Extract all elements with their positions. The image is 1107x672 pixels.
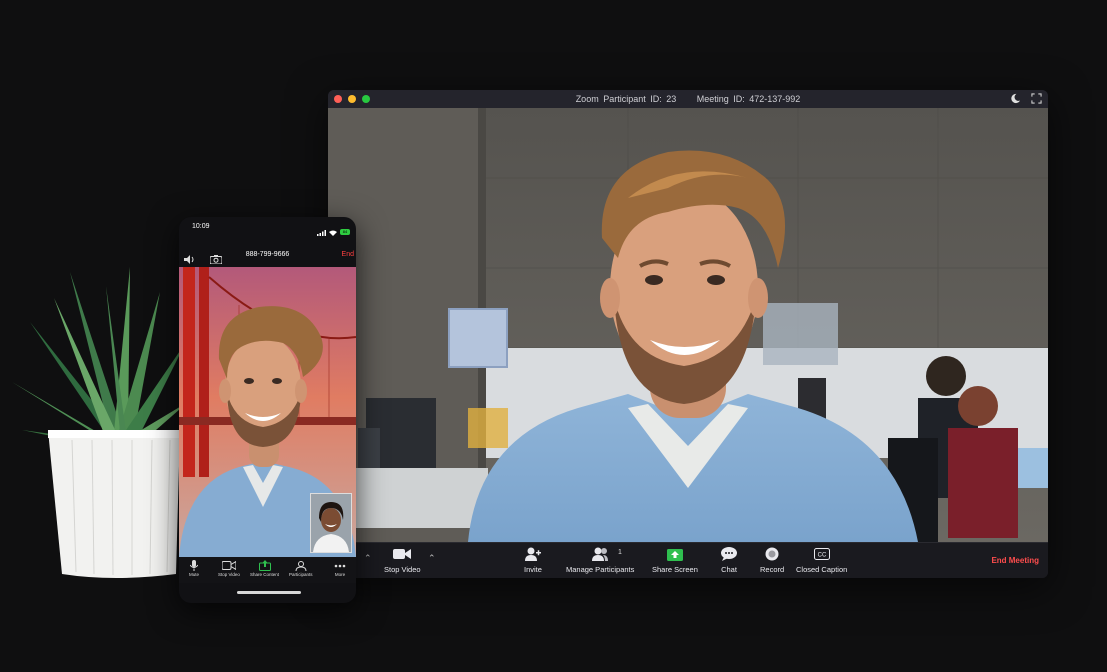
participant-id: Zoom Participant ID: 23 <box>575 94 677 104</box>
phone-status-bar: 10:09 84 <box>179 217 356 237</box>
signal-icon <box>317 223 326 241</box>
participants-icon <box>591 547 609 563</box>
share-icon <box>258 560 271 572</box>
phone-mute-button[interactable]: Mute <box>189 560 199 577</box>
title-bar: Zoom Participant ID: 23 Meeting ID: 472-… <box>328 90 1048 108</box>
battery-icon: 84 <box>340 229 350 235</box>
invite-label: Invite <box>524 565 542 574</box>
end-meeting-button[interactable]: End Meeting <box>991 556 1039 565</box>
phone-stop-video-button[interactable]: Stop Video <box>218 560 240 577</box>
closed-caption-icon: CC <box>813 548 830 562</box>
phone-participants-label: Participants <box>289 572 313 577</box>
video-options-chevron-icon[interactable]: ⌃ <box>428 553 436 564</box>
chat-button[interactable]: Chat <box>721 547 737 574</box>
invite-button[interactable]: Invite <box>524 547 542 574</box>
phone-mute-label: Mute <box>189 572 200 577</box>
chat-bubble-icon <box>721 547 737 563</box>
video-camera-icon <box>221 560 237 571</box>
phone-call-header: 888-799-9666 End <box>179 247 356 267</box>
stop-video-button[interactable]: Stop Video <box>384 547 421 574</box>
share-screen-button[interactable]: Share Screen <box>652 547 698 574</box>
svg-text:CC: CC <box>817 553 826 559</box>
record-button[interactable]: Record <box>760 547 784 574</box>
add-person-icon <box>524 547 541 563</box>
fullscreen-icon[interactable] <box>1031 93 1042 104</box>
phone-toolbar: Mute Stop Video Share Content Participan… <box>179 557 356 583</box>
wifi-icon <box>329 223 337 241</box>
record-label: Record <box>760 565 785 574</box>
phone-more-button[interactable]: More <box>334 560 346 577</box>
meeting-id: Meeting ID: 472-137-992 <box>696 94 801 104</box>
plant-pot <box>48 430 180 578</box>
self-view-thumbnail[interactable] <box>310 493 352 553</box>
phone-more-label: More <box>334 572 346 577</box>
phone-time: 10:09 <box>192 223 210 230</box>
phone-participants-button[interactable]: Participants <box>289 560 313 577</box>
window-title: Zoom Participant ID: 23 Meeting ID: 472-… <box>328 90 1048 108</box>
manage-participants-label: Manage Participants <box>566 565 635 574</box>
closed-caption-label: Closed Caption <box>796 565 848 574</box>
participants-icon <box>295 560 307 572</box>
potted-plant <box>10 262 190 582</box>
more-dots-icon <box>334 564 346 569</box>
plant-leaves <box>12 267 188 448</box>
phone-stop-video-label: Stop Video <box>218 572 240 577</box>
phone-share-content-button[interactable]: Share Content <box>250 560 279 577</box>
closed-caption-button[interactable]: CC Closed Caption <box>796 547 847 574</box>
meeting-toolbar: ⌃ Stop Video ⌃ Invite Manage Participant… <box>328 542 1048 578</box>
share-screen-label: Share Screen <box>652 565 698 574</box>
meeting-window: Zoom Participant ID: 23 Meeting ID: 472-… <box>328 90 1048 578</box>
main-video <box>328 108 1048 542</box>
phone-main-video <box>179 267 356 557</box>
stop-video-label: Stop Video <box>384 565 421 574</box>
record-icon <box>765 547 779 563</box>
microphone-icon <box>189 560 199 572</box>
participant-count-badge: 1 <box>618 549 622 556</box>
home-indicator[interactable] <box>237 591 301 594</box>
share-screen-icon <box>666 547 683 563</box>
manage-participants-button[interactable]: Manage Participants <box>566 547 634 574</box>
phone-number: 888-799-9666 <box>245 251 290 258</box>
video-camera-icon <box>393 548 412 562</box>
chevron-up-icon[interactable]: ⌃ <box>364 553 372 564</box>
phone-device: 10:09 84 888-799-9666 End Mute Stop Vide… <box>179 217 356 603</box>
moon-icon[interactable] <box>1010 93 1021 104</box>
phone-end-button[interactable]: End <box>342 251 354 258</box>
phone-share-content-label: Share Content <box>250 572 280 577</box>
chat-label: Chat <box>721 565 737 574</box>
